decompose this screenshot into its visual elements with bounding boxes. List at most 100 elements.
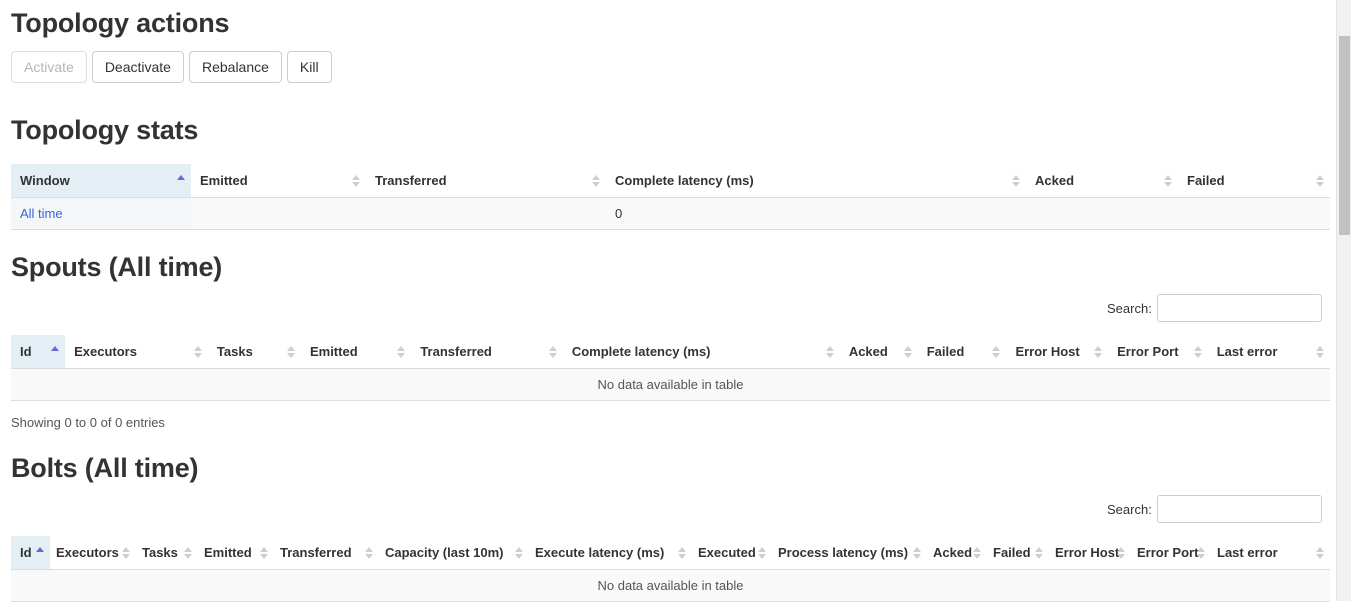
vertical-scrollbar-thumb[interactable] xyxy=(1339,36,1350,235)
column-header-execute-latency[interactable]: Execute latency (ms) xyxy=(529,536,692,570)
column-header-window[interactable]: Window xyxy=(11,164,191,198)
column-header-tasks[interactable]: Tasks xyxy=(207,335,301,369)
column-header-last-error[interactable]: Last error xyxy=(1207,335,1330,369)
column-header-executors[interactable]: Executors xyxy=(50,536,136,570)
deactivate-button[interactable]: Deactivate xyxy=(91,51,184,83)
column-header-transferred[interactable]: Transferred xyxy=(411,335,563,369)
sort-toggle-icon xyxy=(1316,174,1325,188)
column-header-process-latency[interactable]: Process latency (ms) xyxy=(772,536,927,570)
column-header-id[interactable]: Id xyxy=(11,536,50,570)
column-label: Execute latency (ms) xyxy=(535,545,665,560)
spouts-title: Spouts (All time) xyxy=(11,252,223,282)
sort-toggle-icon xyxy=(193,345,203,359)
column-header-complete-latency[interactable]: Complete latency (ms) xyxy=(606,164,1026,198)
sort-toggle-icon xyxy=(352,174,361,188)
column-header-tasks[interactable]: Tasks xyxy=(136,536,198,570)
column-label: Id xyxy=(20,545,32,560)
column-header-transferred[interactable]: Transferred xyxy=(274,536,379,570)
column-label: Transferred xyxy=(280,545,352,560)
column-header-executed[interactable]: Executed xyxy=(692,536,772,570)
column-label: Id xyxy=(20,344,32,359)
column-header-error-host[interactable]: Error Host xyxy=(1006,335,1109,369)
column-label: Executed xyxy=(698,545,756,560)
column-header-emitted[interactable]: Emitted xyxy=(191,164,366,198)
column-label: Complete latency (ms) xyxy=(571,344,711,359)
column-header-last-error[interactable]: Last error xyxy=(1211,536,1330,570)
sort-toggle-icon xyxy=(1197,546,1206,560)
spouts-table-wrapper: Id Executors Tasks Emitted Transferred C… xyxy=(11,335,1330,401)
column-label: Window xyxy=(20,173,70,188)
activate-button[interactable]: Activate xyxy=(11,51,87,83)
column-header-failed[interactable]: Failed xyxy=(1178,164,1330,198)
column-header-error-port[interactable]: Error Port xyxy=(1131,536,1211,570)
sort-toggle-icon xyxy=(286,345,296,359)
sort-toggle-icon xyxy=(903,345,913,359)
column-header-id[interactable]: Id xyxy=(11,335,66,369)
column-header-error-port[interactable]: Error Port xyxy=(1108,335,1208,369)
sort-toggle-icon xyxy=(1117,546,1126,560)
sort-toggle-icon xyxy=(122,546,131,560)
sort-toggle-icon xyxy=(592,174,601,188)
bolts-search-label: Search: xyxy=(1107,501,1152,517)
column-header-complete-latency[interactable]: Complete latency (ms) xyxy=(562,335,840,369)
sort-toggle-icon xyxy=(1035,546,1044,560)
sort-toggle-icon xyxy=(548,345,558,359)
column-header-acked[interactable]: Acked xyxy=(839,335,918,369)
sort-toggle-icon xyxy=(973,546,982,560)
column-header-acked[interactable]: Acked xyxy=(927,536,987,570)
sort-toggle-icon xyxy=(1164,174,1173,188)
cell-transferred xyxy=(366,197,606,230)
bolts-search-container: Search: xyxy=(1107,495,1322,523)
sort-toggle-icon xyxy=(825,345,835,359)
column-header-transferred[interactable]: Transferred xyxy=(366,164,606,198)
column-label: Error Host xyxy=(1055,545,1120,560)
rebalance-button[interactable]: Rebalance xyxy=(188,51,282,83)
sort-toggle-icon xyxy=(1193,345,1203,359)
cell-emitted xyxy=(191,197,366,230)
topology-actions-title: Topology actions xyxy=(11,8,230,38)
column-label: Error Port xyxy=(1137,545,1199,560)
sort-toggle-icon xyxy=(365,546,374,560)
column-label: Tasks xyxy=(142,545,178,560)
topology-stats-table: Window Emitted Transferred Complete late… xyxy=(11,164,1330,230)
sort-toggle-icon xyxy=(1094,345,1103,359)
sort-toggle-icon xyxy=(184,546,193,560)
column-label: Executors xyxy=(56,545,119,560)
spouts-search-container: Search: xyxy=(1107,294,1322,322)
kill-button[interactable]: Kill xyxy=(286,51,332,83)
column-header-capacity[interactable]: Capacity (last 10m) xyxy=(379,536,529,570)
column-header-executors[interactable]: Executors xyxy=(65,335,208,369)
column-label: Failed xyxy=(1187,173,1225,188)
window-link[interactable]: All time xyxy=(20,206,63,221)
spouts-search-input[interactable] xyxy=(1156,294,1322,322)
column-header-failed[interactable]: Failed xyxy=(987,536,1049,570)
column-label: Emitted xyxy=(204,545,252,560)
bolts-search-input[interactable] xyxy=(1156,495,1322,523)
sort-toggle-icon xyxy=(758,546,767,560)
cell-window: All time xyxy=(11,197,191,230)
sort-ascending-icon xyxy=(51,345,60,359)
column-label: Complete latency (ms) xyxy=(615,173,754,188)
column-label: Emitted xyxy=(309,344,358,359)
column-label: Last error xyxy=(1217,545,1278,560)
column-header-acked[interactable]: Acked xyxy=(1026,164,1178,198)
column-header-emitted[interactable]: Emitted xyxy=(198,536,274,570)
sort-toggle-icon xyxy=(913,546,922,560)
column-header-emitted[interactable]: Emitted xyxy=(300,335,412,369)
sort-toggle-icon xyxy=(397,345,406,359)
spouts-info-text: Showing 0 to 0 of 0 entries xyxy=(11,415,165,430)
column-label: Executors xyxy=(74,344,137,359)
column-label: Capacity (last 10m) xyxy=(385,545,504,560)
sort-toggle-icon xyxy=(260,546,269,560)
column-header-error-host[interactable]: Error Host xyxy=(1049,536,1131,570)
vertical-scrollbar-track[interactable] xyxy=(1336,0,1351,601)
column-label: Process latency (ms) xyxy=(778,545,909,560)
bolts-header-row: Id Executors Tasks Emitted Transferred C… xyxy=(11,536,1330,570)
column-header-failed[interactable]: Failed xyxy=(917,335,1007,369)
sort-ascending-icon xyxy=(36,546,45,560)
column-label: Transferred xyxy=(420,344,492,359)
table-row[interactable]: All time 0 xyxy=(11,197,1330,230)
topology-stats-title: Topology stats xyxy=(11,115,199,145)
bolts-title: Bolts (All time) xyxy=(11,453,199,483)
column-label: Emitted xyxy=(200,173,248,188)
